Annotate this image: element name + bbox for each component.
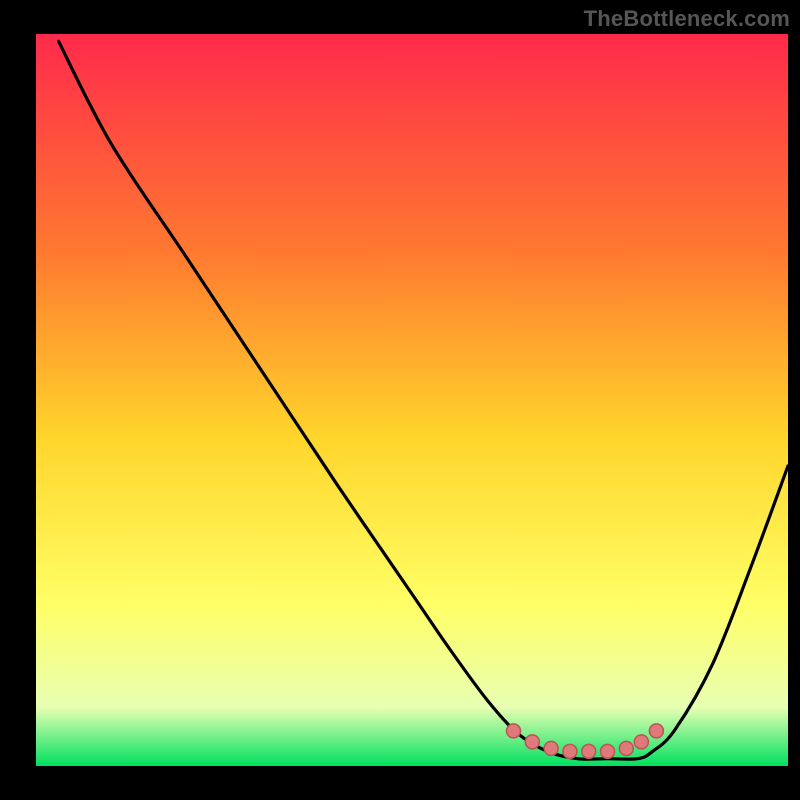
optimum-point [601, 744, 615, 758]
chart-container: TheBottleneck.com [0, 0, 800, 800]
optimum-point [634, 735, 648, 749]
optimum-point [507, 724, 521, 738]
watermark: TheBottleneck.com [584, 6, 790, 32]
gradient-background [36, 34, 788, 766]
optimum-point [563, 744, 577, 758]
optimum-point [525, 735, 539, 749]
optimum-point [649, 724, 663, 738]
bottleneck-chart [0, 0, 800, 800]
optimum-point [544, 741, 558, 755]
optimum-point [582, 744, 596, 758]
optimum-point [619, 741, 633, 755]
